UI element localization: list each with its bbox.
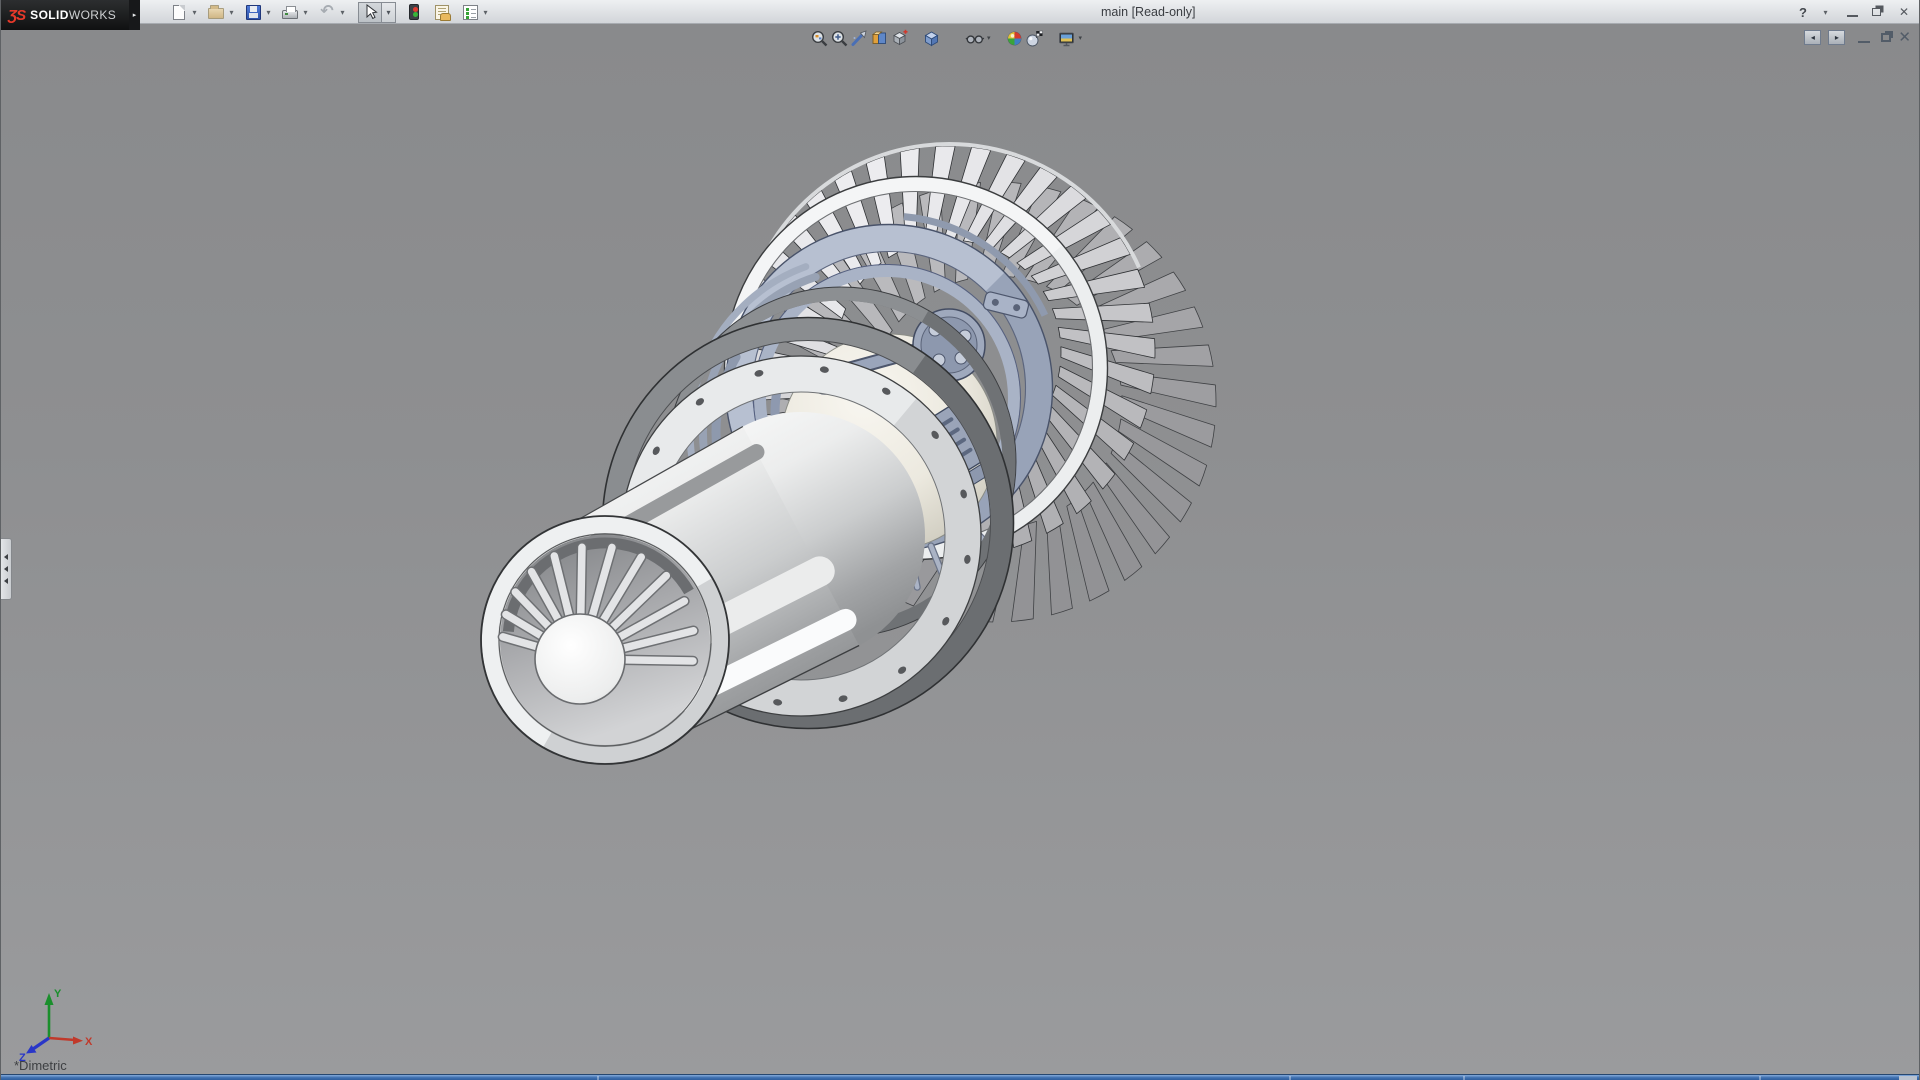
undo-button[interactable]: ↶ xyxy=(317,2,337,22)
graphics-viewport[interactable] xyxy=(1,24,1919,1075)
next-window-button[interactable]: ▸ xyxy=(1828,30,1845,45)
open-dropdown-arrow-icon[interactable] xyxy=(227,8,236,17)
doc-minimize-button[interactable] xyxy=(1858,32,1870,43)
help-button[interactable]: ? xyxy=(1794,3,1812,21)
y-axis-arrow-icon xyxy=(45,993,54,1005)
apply-scene-button[interactable] xyxy=(1025,28,1045,48)
print-icon xyxy=(282,10,298,19)
view-settings-button[interactable] xyxy=(1057,28,1077,48)
solidworks-logo: ƷS SOLIDWORKS xyxy=(1,0,129,30)
standard-toolbar: ↶ xyxy=(167,0,495,24)
open-folder-icon xyxy=(208,8,224,19)
hide-show-dropdown-arrow-icon[interactable] xyxy=(987,34,991,42)
open-button[interactable] xyxy=(206,2,226,22)
select-tool-button[interactable] xyxy=(358,2,382,23)
menu-expander-arrow-icon[interactable]: ▸ xyxy=(129,0,140,30)
new-document-icon xyxy=(173,5,185,20)
save-dropdown-arrow-icon[interactable] xyxy=(264,8,273,17)
display-style-shaded-button[interactable] xyxy=(921,28,941,48)
status-divider xyxy=(597,1076,599,1080)
x-axis-arrow-icon xyxy=(73,1037,83,1045)
minimize-icon xyxy=(1847,7,1858,17)
file-properties-button[interactable] xyxy=(432,2,452,22)
zoom-to-area-button[interactable] xyxy=(829,28,849,48)
doc-restore-button[interactable] xyxy=(1881,33,1891,42)
edit-appearance-button[interactable] xyxy=(1005,28,1025,48)
status-divider xyxy=(1463,1076,1465,1080)
section-view-button[interactable] xyxy=(849,28,869,48)
select-dropdown-arrow-icon[interactable] xyxy=(382,2,396,23)
rebuild-traffic-light-icon xyxy=(409,4,419,20)
view-settings-dropdown-arrow-icon[interactable] xyxy=(1079,34,1083,42)
collapse-arrow-icon xyxy=(4,578,8,584)
zoom-to-fit-button[interactable] xyxy=(809,28,829,48)
options-checklist-icon xyxy=(463,5,478,20)
status-divider xyxy=(1289,1076,1291,1080)
previous-window-button[interactable]: ◂ xyxy=(1804,30,1821,45)
titlebar-controls: ? ✕ xyxy=(1794,0,1913,24)
reference-triad: Y X Z xyxy=(13,984,97,1062)
rebuild-button[interactable] xyxy=(404,2,424,22)
help-dropdown-arrow-icon[interactable] xyxy=(1821,8,1830,17)
collapse-arrow-icon xyxy=(4,566,8,572)
x-axis-label: X xyxy=(85,1036,93,1048)
brand-glyph-icon: ƷS xyxy=(8,7,25,24)
print-dropdown-arrow-icon[interactable] xyxy=(301,8,310,17)
save-floppy-icon xyxy=(246,5,261,20)
app-close-button[interactable]: ✕ xyxy=(1895,3,1913,21)
status-divider xyxy=(1759,1076,1761,1080)
save-button[interactable] xyxy=(243,2,263,22)
headsup-view-toolbar xyxy=(809,28,1084,48)
brand-text-bold: SOLID xyxy=(30,8,69,22)
view-orientation-label: *Dimetric xyxy=(14,1058,67,1073)
file-properties-icon xyxy=(435,5,449,20)
options-button[interactable] xyxy=(460,2,480,22)
doc-close-button[interactable]: ✕ xyxy=(1898,31,1911,45)
resize-grip[interactable] xyxy=(1899,1076,1917,1080)
window-title: main [Read-only] xyxy=(1101,0,1196,24)
undo-dropdown-arrow-icon[interactable] xyxy=(338,8,347,17)
feature-manager-collapsed-tab[interactable] xyxy=(1,538,12,600)
brand-text-light: WORKS xyxy=(69,8,116,22)
new-document-button[interactable] xyxy=(169,2,189,22)
restore-icon xyxy=(1872,8,1881,16)
collapse-arrow-icon xyxy=(4,554,8,560)
solidworks-window: ƷS SOLIDWORKS ▸ ↶ main [Read-only] xyxy=(0,0,1920,1080)
undo-arrow-icon: ↶ xyxy=(320,5,333,19)
print-button[interactable] xyxy=(280,2,300,22)
app-restore-button[interactable] xyxy=(1869,3,1887,21)
hide-show-items-button[interactable] xyxy=(965,28,985,48)
display-style-button[interactable] xyxy=(889,28,909,48)
view-orientation-button[interactable] xyxy=(869,28,889,48)
y-axis-label: Y xyxy=(54,988,62,1000)
new-dropdown-arrow-icon[interactable] xyxy=(190,8,199,17)
select-cursor-icon xyxy=(363,4,378,20)
app-minimize-button[interactable] xyxy=(1843,3,1861,21)
status-bar xyxy=(1,1074,1919,1080)
options-dropdown-arrow-icon[interactable] xyxy=(481,8,490,17)
document-window-controls: ◂ ▸ ✕ xyxy=(1804,30,1911,45)
select-tool-group xyxy=(358,2,396,23)
